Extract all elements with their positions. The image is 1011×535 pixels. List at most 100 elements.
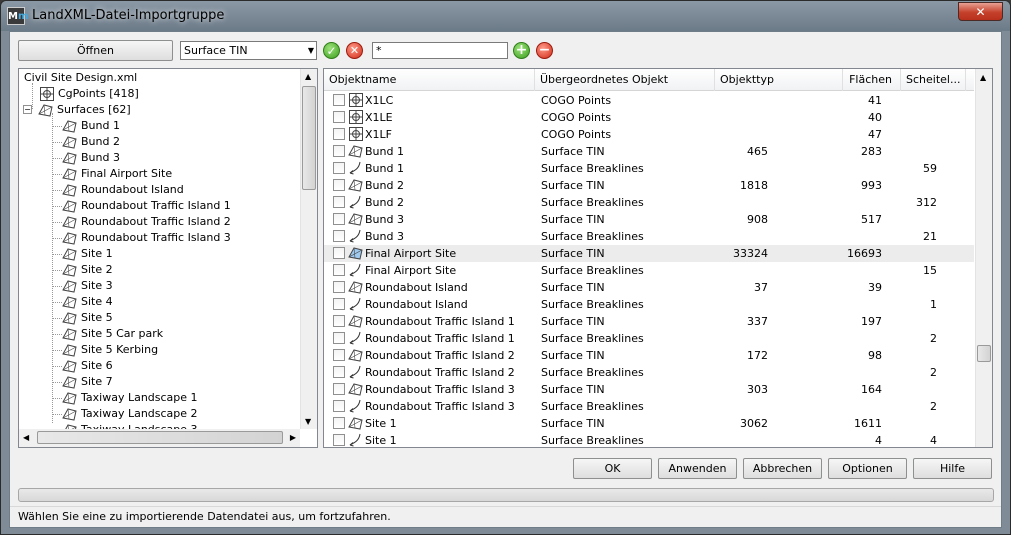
table-vertical-scrollbar[interactable]: ▲	[975, 69, 992, 447]
table-row[interactable]: Final Airport Site Surface TIN 33324 16693	[324, 245, 974, 262]
tree-surface-item[interactable]: Roundabout Traffic Island 1	[62, 198, 231, 214]
scroll-up-arrow-icon[interactable]: ▲	[305, 72, 311, 81]
title-bar[interactable]: Mm LandXML-Datei-Importgruppe ✕	[1, 1, 1010, 31]
object-type-select[interactable]: Surface TIN ▼	[180, 41, 317, 60]
tree-node-cgpoints[interactable]: CgPoints [418]	[39, 86, 139, 102]
scroll-down-arrow-icon[interactable]: ▼	[305, 417, 311, 426]
tree-surface-item[interactable]: Site 5 Car park	[62, 326, 163, 342]
tree-surface-item[interactable]: Taxiway Landscape 1	[62, 390, 198, 406]
tree-surface-item[interactable]: Taxiway Landscape 2	[62, 406, 198, 422]
chevron-down-icon[interactable]: ▼	[308, 43, 314, 58]
collapse-minus-icon[interactable]: −	[23, 105, 32, 114]
table-row[interactable]: Bund 2 Surface Breaklines 312	[324, 194, 974, 211]
tree-surface-item[interactable]: Roundabout Island	[62, 182, 184, 198]
table-row[interactable]: X1LE COGO Points 40	[324, 109, 974, 126]
col-header-vertices[interactable]: Scheitel...	[901, 69, 966, 91]
tree-surface-item[interactable]: Site 6	[62, 358, 113, 374]
add-filter-plus-icon[interactable]: +	[513, 42, 530, 59]
table-row[interactable]: Bund 1 Surface TIN 465 283	[324, 143, 974, 160]
tree-surface-item[interactable]: Roundabout Traffic Island 2	[62, 214, 231, 230]
tree-hscroll-thumb[interactable]	[37, 431, 283, 444]
cell-faces: 993	[861, 179, 882, 192]
col-header-type[interactable]: Objekttyp	[715, 69, 843, 91]
row-checkbox[interactable]	[333, 179, 345, 191]
row-checkbox[interactable]	[333, 315, 345, 327]
tree-node-surfaces[interactable]: − Surfaces [62]	[23, 102, 131, 118]
tree-surface-item[interactable]: Roundabout Traffic Island 3	[62, 230, 231, 246]
row-checkbox[interactable]	[333, 94, 345, 106]
tree-surface-item[interactable]: Site 4	[62, 294, 113, 310]
row-checkbox[interactable]	[333, 349, 345, 361]
remove-filter-minus-icon[interactable]: −	[536, 42, 553, 59]
table-row[interactable]: Roundabout Island Surface Breaklines 1	[324, 296, 974, 313]
tree-surface-item[interactable]: Site 1	[62, 246, 113, 262]
options-button[interactable]: Optionen	[828, 458, 907, 479]
select-all-check-icon[interactable]: ✓	[323, 42, 340, 59]
row-checkbox[interactable]	[333, 366, 345, 378]
tree-vertical-scrollbar[interactable]: ▲ ▼	[300, 69, 317, 429]
filter-input[interactable]: *	[372, 42, 508, 59]
table-row[interactable]: Roundabout Traffic Island 2 Surface Break…	[324, 364, 974, 381]
tree-surface-item[interactable]: Bund 1	[62, 118, 120, 134]
row-checkbox[interactable]	[333, 434, 345, 446]
table-row[interactable]: Roundabout Traffic Island 3 Surface TIN 30…	[324, 381, 974, 398]
tree-surface-item[interactable]: Bund 2	[62, 134, 120, 150]
objects-table[interactable]: Objektname Übergeordnetes Objekt Objektt…	[323, 68, 993, 448]
table-row[interactable]: Roundabout Traffic Island 1 Surface TIN 33…	[324, 313, 974, 330]
row-checkbox[interactable]	[333, 298, 345, 310]
table-row[interactable]: Roundabout Traffic Island 1 Surface Break…	[324, 330, 974, 347]
table-row[interactable]: Roundabout Traffic Island 3 Surface Break…	[324, 398, 974, 415]
tree-surface-item[interactable]: Site 3	[62, 278, 113, 294]
row-checkbox[interactable]	[333, 111, 345, 123]
tree-surface-item[interactable]: Final Airport Site	[62, 166, 172, 182]
row-checkbox[interactable]	[333, 213, 345, 225]
row-checkbox[interactable]	[333, 145, 345, 157]
row-checkbox[interactable]	[333, 128, 345, 140]
col-header-parent[interactable]: Übergeordnetes Objekt	[535, 69, 715, 91]
scroll-up-arrow-icon[interactable]: ▲	[980, 73, 986, 82]
close-button[interactable]: ✕	[958, 2, 1003, 21]
row-checkbox[interactable]	[333, 264, 345, 276]
row-checkbox[interactable]	[333, 196, 345, 208]
table-row[interactable]: X1LF COGO Points 47	[324, 126, 974, 143]
row-checkbox[interactable]	[333, 162, 345, 174]
row-checkbox[interactable]	[333, 230, 345, 242]
row-checkbox[interactable]	[333, 281, 345, 293]
tree-vscroll-thumb[interactable]	[302, 86, 316, 190]
table-row[interactable]: Site 1 Surface TIN 3062 1611	[324, 415, 974, 432]
tree-surface-item[interactable]: Site 5	[62, 310, 113, 326]
file-tree[interactable]: Civil Site Design.xml CgPoints [418] − Su…	[18, 68, 318, 448]
table-row[interactable]: Roundabout Traffic Island 2 Surface TIN 17…	[324, 347, 974, 364]
cell-parent: Surface Breaklines	[541, 400, 644, 413]
tree-surface-item[interactable]: Site 7	[62, 374, 113, 390]
tree-horizontal-scrollbar[interactable]: ◀ ▶	[19, 429, 300, 447]
col-header-faces[interactable]: Flächen	[843, 69, 901, 91]
scroll-left-arrow-icon[interactable]: ◀	[23, 433, 29, 442]
scroll-right-arrow-icon[interactable]: ▶	[290, 433, 296, 442]
row-checkbox[interactable]	[333, 332, 345, 344]
ok-button[interactable]: OK	[573, 458, 652, 479]
col-header-name[interactable]: Objektname	[324, 69, 535, 91]
table-row[interactable]: Bund 2 Surface TIN 1818 993	[324, 177, 974, 194]
tree-surface-item[interactable]: Bund 3	[62, 150, 120, 166]
cancel-button[interactable]: Abbrechen	[743, 458, 822, 479]
table-vscroll-thumb[interactable]	[977, 345, 991, 362]
table-row[interactable]: Bund 1 Surface Breaklines 59	[324, 160, 974, 177]
table-row[interactable]: X1LC COGO Points 41	[324, 92, 974, 109]
table-row[interactable]: Bund 3 Surface Breaklines 21	[324, 228, 974, 245]
row-checkbox[interactable]	[333, 400, 345, 412]
row-checkbox[interactable]	[333, 383, 345, 395]
deselect-all-x-icon[interactable]: ✕	[346, 42, 363, 59]
table-row[interactable]: Bund 3 Surface TIN 908 517	[324, 211, 974, 228]
tree-root-file[interactable]: Civil Site Design.xml	[24, 70, 137, 86]
table-row[interactable]: Roundabout Island Surface TIN 37 39	[324, 279, 974, 296]
apply-button[interactable]: Anwenden	[658, 458, 737, 479]
open-button[interactable]: Öffnen	[18, 40, 173, 61]
row-checkbox[interactable]	[333, 247, 345, 259]
tree-surface-item[interactable]: Site 5 Kerbing	[62, 342, 158, 358]
row-checkbox[interactable]	[333, 417, 345, 429]
table-row[interactable]: Site 1 Surface Breaklines 4 4	[324, 432, 974, 447]
help-button[interactable]: Hilfe	[913, 458, 992, 479]
table-row[interactable]: Final Airport Site Surface Breaklines 15	[324, 262, 974, 279]
tree-surface-item[interactable]: Site 2	[62, 262, 113, 278]
